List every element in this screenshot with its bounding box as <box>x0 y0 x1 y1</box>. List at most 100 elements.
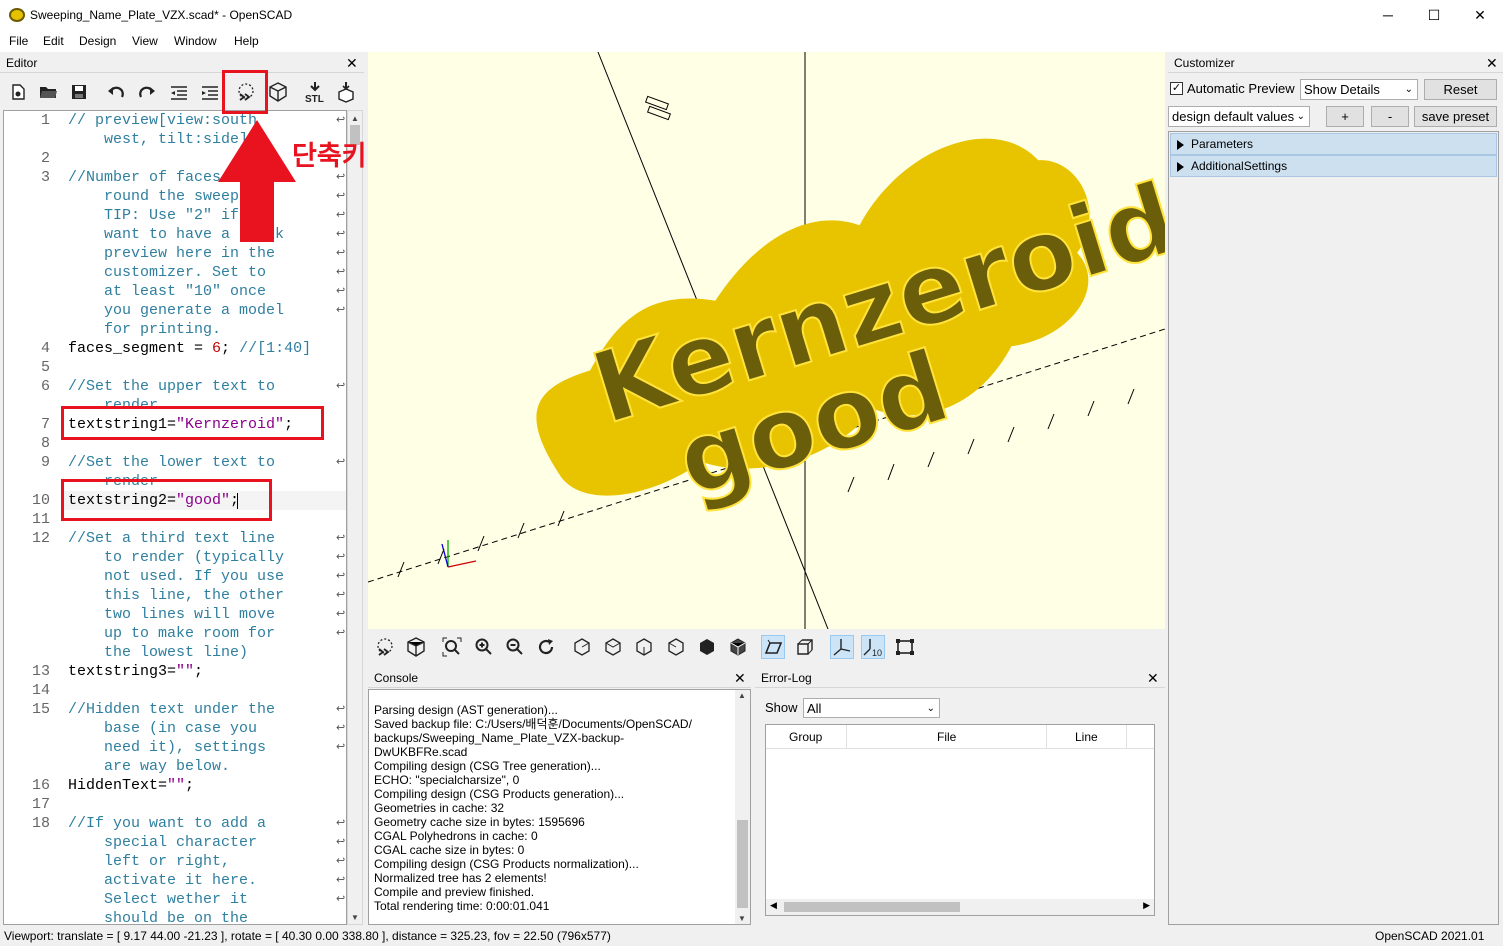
console-output[interactable]: Parsing design (AST generation)... Saved … <box>368 689 751 925</box>
export-stl-icon[interactable]: STL <box>303 80 327 104</box>
undo-icon[interactable] <box>104 80 128 104</box>
line-number: 8 <box>40 435 50 452</box>
console-close-button[interactable]: ✕ <box>734 669 746 687</box>
preset-value: design default values <box>1172 109 1295 124</box>
customizer-header: Customizer ✕ <box>1168 54 1503 73</box>
line-number: 10 <box>31 492 50 509</box>
errorlog-hscrollbar[interactable]: ◀ ▶ <box>766 899 1154 915</box>
menu-edit[interactable]: Edit <box>43 34 64 48</box>
wrap-indicator-icon: ↩ <box>336 893 346 905</box>
wrap-indicator-icon: ↩ <box>336 190 346 202</box>
section-parameters[interactable]: Parameters <box>1170 133 1497 155</box>
editor-close-button[interactable]: ✕ <box>346 54 358 72</box>
wrap-indicator-icon: ↩ <box>336 209 346 221</box>
code-line: Select wether it <box>68 891 249 908</box>
view-all-icon[interactable] <box>440 635 464 659</box>
line-number: 5 <box>40 359 50 376</box>
wrap-indicator-icon: ↩ <box>336 817 346 829</box>
code-line: customizer. Set to <box>68 264 267 281</box>
customizer-close-button[interactable]: ✕ <box>1486 54 1498 72</box>
menu-view[interactable]: View <box>132 34 158 48</box>
new-file-icon[interactable] <box>6 80 30 104</box>
maximize-button[interactable]: ☐ <box>1411 0 1457 30</box>
view-right-icon[interactable] <box>570 635 594 659</box>
wrap-indicator-icon: ↩ <box>336 456 346 468</box>
errorlog-show-label: Show <box>765 700 798 715</box>
editor-toolbar: STL <box>0 74 364 110</box>
orthogonal-icon[interactable] <box>793 635 817 659</box>
unindent-icon[interactable] <box>167 80 191 104</box>
perspective-icon[interactable] <box>761 635 785 659</box>
remove-preset-button[interactable]: - <box>1371 106 1409 127</box>
zoom-out-icon[interactable] <box>503 635 527 659</box>
view-bottom-icon[interactable] <box>632 635 656 659</box>
add-preset-button[interactable]: + <box>1326 106 1364 127</box>
line-number: 2 <box>40 150 50 167</box>
view-render-icon[interactable] <box>404 635 428 659</box>
console-line: CGAL Polyhedrons in cache: 0 <box>374 829 538 843</box>
show-edges-icon[interactable] <box>893 635 917 659</box>
errorlog-table-header: Group File Line <box>766 725 1154 749</box>
editor-scrollbar[interactable]: ▲ ▼ <box>347 110 363 925</box>
auto-preview-checkbox[interactable]: ✓ <box>1170 82 1183 95</box>
line-number: 14 <box>31 682 50 699</box>
show-axes-icon[interactable] <box>830 635 854 659</box>
menu-window[interactable]: Window <box>174 34 217 48</box>
menu-file[interactable]: File <box>9 34 28 48</box>
line-number: 3 <box>40 169 50 186</box>
render-icon[interactable] <box>266 80 290 104</box>
close-button[interactable]: ✕ <box>1457 0 1503 30</box>
view-left-icon[interactable] <box>664 635 688 659</box>
console-title: Console <box>374 671 419 685</box>
chevron-down-icon: ⌄ <box>1296 111 1305 122</box>
section-additional-settings[interactable]: AdditionalSettings <box>1170 155 1497 177</box>
menu-help[interactable]: Help <box>234 34 259 48</box>
code-line: you generate a model <box>68 302 285 319</box>
console-line: Geometry cache size in bytes: 1595696 <box>374 815 585 829</box>
console-line: ECHO: "specialcharsize", 0 <box>374 773 520 787</box>
line-number: 1 <box>40 112 50 129</box>
save-preset-button[interactable]: save preset <box>1414 106 1497 127</box>
line-number: 17 <box>31 796 50 813</box>
indent-icon[interactable] <box>198 80 222 104</box>
code-line: activate it here. <box>68 872 258 889</box>
errorlog-show-select[interactable]: All ⌄ <box>803 698 940 718</box>
view-front-icon[interactable] <box>695 635 719 659</box>
send-to-print-icon[interactable] <box>334 80 358 104</box>
editor-title: Editor <box>6 56 38 70</box>
menu-design[interactable]: Design <box>79 34 116 48</box>
wrap-indicator-icon: ↩ <box>336 304 346 316</box>
column-line[interactable]: Line <box>1075 730 1098 744</box>
errorlog-table[interactable]: Group File Line ◀ ▶ <box>765 724 1155 916</box>
wrap-indicator-icon: ↩ <box>336 285 346 297</box>
console-scroll-thumb[interactable] <box>737 820 748 908</box>
svg-text:STL: STL <box>305 94 324 104</box>
column-file[interactable]: File <box>937 730 956 744</box>
view-top-icon[interactable] <box>601 635 625 659</box>
errorlog-close-button[interactable]: ✕ <box>1147 669 1159 687</box>
customizer-title: Customizer <box>1174 56 1235 70</box>
code-line: //Set the upper text to <box>68 378 276 395</box>
3d-viewport[interactable]: Kernzeroid good <box>368 52 1165 629</box>
save-icon[interactable] <box>67 80 91 104</box>
errorlog-hscroll-thumb[interactable] <box>784 902 960 912</box>
reset-button[interactable]: Reset <box>1424 79 1497 100</box>
auto-preview-label: Automatic Preview <box>1187 81 1295 96</box>
reset-view-icon[interactable] <box>534 635 558 659</box>
preset-select[interactable]: design default values ⌄ <box>1168 106 1310 127</box>
code-line: special character <box>68 834 258 851</box>
zoom-in-icon[interactable] <box>472 635 496 659</box>
view-back-icon[interactable] <box>726 635 750 659</box>
open-file-icon[interactable] <box>36 80 60 104</box>
redo-icon[interactable] <box>135 80 159 104</box>
show-scale-markers-icon[interactable]: 10 <box>861 635 885 659</box>
wrap-indicator-icon: ↩ <box>336 855 346 867</box>
console-line: Compiling design (CSG Products generatio… <box>374 787 625 801</box>
column-group[interactable]: Group <box>789 730 822 744</box>
code-line: should be on the <box>68 910 249 925</box>
show-details-select[interactable]: Show Details ⌄ <box>1300 79 1418 100</box>
console-scrollbar[interactable]: ▲ ▼ <box>735 690 750 924</box>
minimize-button[interactable]: ─ <box>1365 0 1411 30</box>
view-preview-icon[interactable] <box>373 635 397 659</box>
code-line: HiddenText=""; <box>68 777 195 794</box>
